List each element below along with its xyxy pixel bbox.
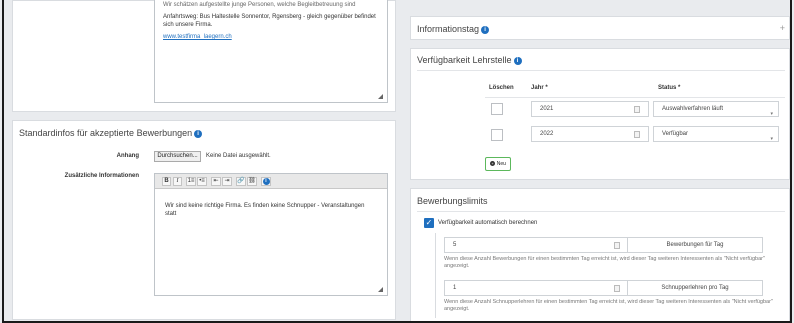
status-select-value: Verfügbar [662,131,689,137]
company-info-panel: Wir schätzen aufgestellte junge Personen… [12,0,396,112]
chevron-down-icon: ▾ [770,111,773,117]
resize-grip-icon[interactable] [378,94,383,99]
delete-checkbox-row-2[interactable] [491,129,503,141]
standard-info-panel: Standardinfos für akzeptierte Bewerbunge… [12,120,396,320]
browse-button[interactable]: Durchsuchen... [154,151,201,162]
col-status-header: Status * [658,85,681,91]
divider [417,70,785,71]
limits-panel: Bewerbungslimits ✓ Verfügbarkeit automat… [410,188,790,321]
expand-plus-icon[interactable]: + [780,23,785,33]
additional-info-label: Zusätzliche Informationen [64,173,139,179]
attachment-label: Anhang [116,153,139,159]
resize-grip-icon[interactable] [378,287,383,292]
status-select-row-2[interactable]: Verfügbar ▾ [653,126,779,142]
bold-button[interactable]: B [162,177,171,186]
applications-per-day-label: Bewerbungen für Tag [627,237,763,253]
outdent-icon[interactable]: ⇤ [211,177,221,186]
limits-title: Bewerbungslimits [417,196,488,206]
col-year-header: Jahr * [531,85,548,91]
standard-info-title-text: Standardinfos für akzeptierte Bewerbunge… [19,128,193,138]
unordered-list-icon[interactable]: •≡ [197,177,207,186]
trial-stepper-icon[interactable] [614,285,620,292]
year-stepper-icon[interactable] [634,106,640,113]
additional-info-editor[interactable]: B I 1≡ •≡ ⇤ ⇥ 🔗 ⛓ i Wir sind keine richt… [154,173,388,296]
year-input-row-1[interactable]: 2021 [531,101,649,117]
auto-calc-checkbox[interactable]: ✓ [424,218,434,228]
editor-directions: Anfahrtsweg: Bus Haltestelle Sonnentor, … [163,14,376,28]
new-row-label: Neu [496,161,506,167]
chevron-down-icon: ▾ [770,136,773,142]
link-icon[interactable]: 🔗 [236,177,246,186]
standard-info-title: Standardinfos für akzeptierte Bewerbunge… [19,128,203,138]
editor-toolbar: B I 1≡ •≡ ⇤ ⇥ 🔗 ⛓ i [155,174,387,189]
applications-per-day-input[interactable]: 5 [444,237,628,253]
availability-title-text: Verfügbarkeit Lehrstelle [417,55,512,65]
plus-icon: + [490,160,496,166]
company-info-editor[interactable]: Wir schätzen aufgestellte junge Personen… [154,0,388,103]
unlink-icon[interactable]: ⛓ [247,177,257,186]
col-delete-header: Löschen [489,85,514,91]
divider [417,211,785,212]
company-website-link[interactable]: www.testfirma_laegern.ch [163,34,232,40]
trial-per-day-help: Wenn diese Anzahl Schnupperlehren für ei… [444,299,773,312]
ordered-list-icon[interactable]: 1≡ [186,177,196,186]
availability-title: Verfügbarkeit Lehrstelle i [417,55,522,65]
additional-info-text: Wir sind keine richtige Firma. Es finden… [165,203,365,217]
no-file-text: Keine Datei ausgewählt. [206,153,271,159]
indent-guide [435,233,436,318]
editor-line-cut: Wir schätzen aufgestellte junge Personen… [163,2,356,8]
indent-icon[interactable]: ⇥ [222,177,232,186]
status-select-value: Auswahlverfahren läuft [662,106,724,112]
auto-calc-label: Verfügbarkeit automatisch berechnen [438,220,538,226]
info-day-panel[interactable]: Informationstag i + [410,16,790,40]
delete-checkbox-row-1[interactable] [491,103,503,115]
info-icon[interactable]: i [194,129,203,138]
info-day-title: Informationstag i [417,24,490,34]
per-day-stepper-icon[interactable] [614,242,620,249]
info-icon[interactable]: i [261,177,271,186]
info-icon[interactable]: i [513,56,522,65]
new-row-button[interactable]: + Neu [485,157,511,171]
divider [485,97,785,98]
trial-per-day-input[interactable]: 1 [444,280,628,296]
toolbar-info-icon: i [262,178,270,185]
app-frame: Wir schätzen aufgestellte junge Personen… [2,0,792,323]
italic-button[interactable]: I [173,177,182,186]
applications-per-day-help: Wenn diese Anzahl Bewerbungen für einen … [444,256,765,269]
year-input-row-2[interactable]: 2022 [531,126,649,142]
trial-per-day-label: Schnupperlehren pro Tag [627,280,763,296]
info-day-title-text: Informationstag [417,24,480,34]
status-select-row-1[interactable]: Auswahlverfahren läuft ▾ [653,101,779,117]
info-icon[interactable]: i [481,25,490,34]
availability-panel: Verfügbarkeit Lehrstelle i Löschen Jahr *… [410,48,790,180]
year-stepper-icon[interactable] [634,131,640,138]
